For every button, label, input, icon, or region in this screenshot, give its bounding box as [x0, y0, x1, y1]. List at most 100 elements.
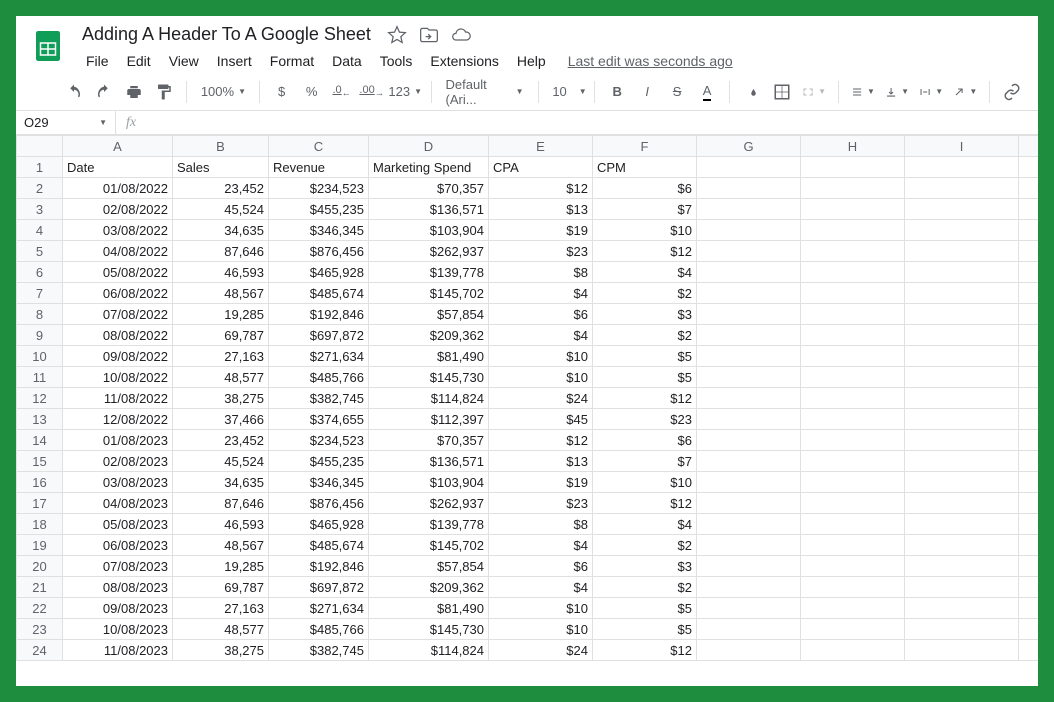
cell[interactable]: $145,702	[369, 283, 489, 304]
cell[interactable]: $145,730	[369, 619, 489, 640]
cell[interactable]: 48,567	[173, 535, 269, 556]
cell[interactable]: $262,937	[369, 241, 489, 262]
cell[interactable]: $103,904	[369, 472, 489, 493]
font-dropdown[interactable]: Default (Ari...▼	[440, 78, 530, 106]
row-header[interactable]: 11	[17, 367, 63, 388]
cell[interactable]: $4	[489, 325, 593, 346]
bold-button[interactable]: B	[603, 78, 631, 106]
cell[interactable]: 05/08/2022	[63, 262, 173, 283]
cell[interactable]	[1019, 346, 1039, 367]
cell[interactable]: $455,235	[269, 199, 369, 220]
cell[interactable]: $70,357	[369, 178, 489, 199]
cell[interactable]: $12	[489, 430, 593, 451]
cell[interactable]: 04/08/2023	[63, 493, 173, 514]
cell[interactable]	[1019, 262, 1039, 283]
cell[interactable]	[801, 199, 905, 220]
cell[interactable]	[697, 619, 801, 640]
row-header[interactable]: 3	[17, 199, 63, 220]
cell[interactable]	[801, 430, 905, 451]
cell[interactable]	[905, 199, 1019, 220]
move-icon[interactable]	[419, 25, 439, 45]
cell[interactable]: $374,655	[269, 409, 369, 430]
cell[interactable]: 87,646	[173, 493, 269, 514]
column-header[interactable]: G	[697, 136, 801, 157]
cell[interactable]	[905, 178, 1019, 199]
row-header[interactable]: 12	[17, 388, 63, 409]
cell[interactable]	[697, 535, 801, 556]
cell[interactable]: $6	[593, 178, 697, 199]
cell[interactable]: $136,571	[369, 199, 489, 220]
cell[interactable]	[801, 514, 905, 535]
cell[interactable]	[905, 535, 1019, 556]
row-header[interactable]: 14	[17, 430, 63, 451]
vertical-align-button[interactable]: ▼	[881, 78, 913, 106]
cell[interactable]: $114,824	[369, 388, 489, 409]
text-rotation-button[interactable]: ▼	[949, 78, 981, 106]
row-header[interactable]: 7	[17, 283, 63, 304]
cell[interactable]: $81,490	[369, 598, 489, 619]
row-header[interactable]: 24	[17, 640, 63, 661]
cell[interactable]: 48,577	[173, 367, 269, 388]
cell[interactable]	[697, 598, 801, 619]
print-button[interactable]	[120, 78, 148, 106]
cell[interactable]: 69,787	[173, 577, 269, 598]
cell[interactable]	[1019, 451, 1039, 472]
cell[interactable]: $7	[593, 199, 697, 220]
cell[interactable]: 45,524	[173, 451, 269, 472]
merge-cells-button[interactable]: ▼	[798, 78, 830, 106]
menu-tools[interactable]: Tools	[372, 49, 421, 73]
cell[interactable]: $4	[489, 577, 593, 598]
cell[interactable]	[1019, 178, 1039, 199]
cell[interactable]	[801, 493, 905, 514]
cell[interactable]: $346,345	[269, 472, 369, 493]
row-header[interactable]: 10	[17, 346, 63, 367]
cell[interactable]: $81,490	[369, 346, 489, 367]
row-header[interactable]: 22	[17, 598, 63, 619]
currency-button[interactable]: $	[268, 78, 296, 106]
horizontal-align-button[interactable]: ▼	[847, 78, 879, 106]
cell[interactable]: $114,824	[369, 640, 489, 661]
cell[interactable]	[801, 367, 905, 388]
cell[interactable]: $8	[489, 514, 593, 535]
cell[interactable]: $70,357	[369, 430, 489, 451]
cell[interactable]: $23	[489, 241, 593, 262]
cell[interactable]: $139,778	[369, 514, 489, 535]
cell[interactable]: $192,846	[269, 304, 369, 325]
cell[interactable]: 05/08/2023	[63, 514, 173, 535]
cell[interactable]	[905, 367, 1019, 388]
star-icon[interactable]	[387, 25, 407, 45]
cell[interactable]: 38,275	[173, 388, 269, 409]
text-wrap-button[interactable]: ▼	[915, 78, 947, 106]
cell[interactable]	[905, 325, 1019, 346]
column-header[interactable]: C	[269, 136, 369, 157]
cell[interactable]: 46,593	[173, 514, 269, 535]
cell[interactable]	[1019, 577, 1039, 598]
cell[interactable]: $5	[593, 619, 697, 640]
cell[interactable]: $57,854	[369, 556, 489, 577]
cell[interactable]	[697, 241, 801, 262]
cell[interactable]	[697, 514, 801, 535]
cell[interactable]	[697, 577, 801, 598]
cell[interactable]: Marketing Spend	[369, 157, 489, 178]
menu-edit[interactable]: Edit	[119, 49, 159, 73]
cell[interactable]	[905, 346, 1019, 367]
cell[interactable]	[697, 493, 801, 514]
paint-format-button[interactable]	[150, 78, 178, 106]
strikethrough-button[interactable]: S	[663, 78, 691, 106]
cell[interactable]	[1019, 220, 1039, 241]
cell[interactable]: $6	[489, 556, 593, 577]
cell[interactable]	[905, 430, 1019, 451]
cell[interactable]: $209,362	[369, 325, 489, 346]
last-edit-link[interactable]: Last edit was seconds ago	[568, 53, 733, 69]
cell[interactable]	[801, 241, 905, 262]
formula-bar[interactable]	[146, 111, 1038, 134]
cell[interactable]: 10/08/2023	[63, 619, 173, 640]
row-header[interactable]: 1	[17, 157, 63, 178]
cell[interactable]	[697, 388, 801, 409]
cell[interactable]	[1019, 598, 1039, 619]
cell[interactable]	[801, 157, 905, 178]
cell[interactable]	[905, 451, 1019, 472]
cell[interactable]	[801, 640, 905, 661]
cell[interactable]	[1019, 304, 1039, 325]
cell[interactable]: Date	[63, 157, 173, 178]
